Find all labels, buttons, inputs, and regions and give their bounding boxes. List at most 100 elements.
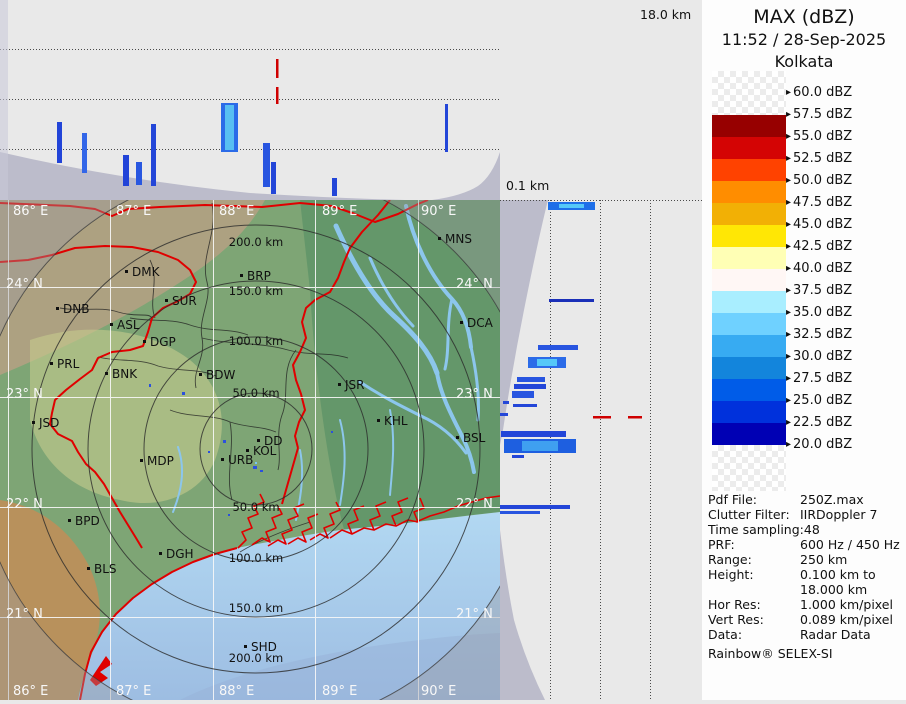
metadata-value: IIRDoppler 7: [800, 507, 878, 522]
station-dot: [143, 340, 146, 343]
metadata-row: Range: 250 km: [708, 552, 904, 567]
echo-speck: [260, 470, 263, 472]
station-dot: [338, 383, 341, 386]
legend-label: 47.5 dBZ: [786, 195, 852, 210]
metadata-row: Height: 0.100 km to: [708, 567, 904, 582]
station-dot: [87, 567, 90, 570]
station-label: JSD: [38, 416, 59, 430]
elevation-cursor-mark[interactable]: [628, 416, 642, 419]
metadata-label: Time sampling:: [708, 522, 804, 537]
latitude-label: 22° N: [456, 497, 493, 512]
azimuth-cursor-mark[interactable]: [276, 87, 279, 104]
station-label: PRL: [57, 357, 80, 371]
echo-bar: [512, 455, 524, 458]
top-height-profile[interactable]: [0, 0, 500, 200]
edge-shade: [0, 0, 8, 200]
metadata-label: Clutter Filter:: [708, 507, 790, 522]
echo-bar: [445, 104, 448, 152]
station-label: DGP: [150, 335, 176, 349]
station-label: URB: [228, 453, 253, 467]
echo-speck: [331, 431, 333, 433]
station-label: BDW: [206, 368, 235, 382]
metadata-value: Radar Data: [800, 627, 871, 642]
station-dot: [165, 299, 168, 302]
station-dot: [257, 439, 260, 442]
metadata-row: Clutter Filter: IIRDoppler 7: [708, 507, 904, 522]
elevation-cursor: [593, 416, 642, 419]
echo-speck: [228, 514, 230, 516]
latitude-label: 24° N: [456, 277, 493, 292]
echo-bar: [549, 299, 594, 302]
echo-bar-core: [225, 105, 234, 150]
product-info-panel: MAX (dBZ) 11:52 / 28-Sep-2025 Kolkata 60…: [702, 0, 906, 700]
station-label: JSR: [344, 378, 365, 392]
legend-band: [712, 335, 786, 357]
echo-bar: [512, 391, 534, 398]
height-gridlines: [0, 49, 500, 150]
longitude-label: 87° E: [116, 204, 151, 219]
echo-speck: [182, 392, 185, 395]
legend-swatches: [712, 71, 786, 491]
station-label: MDP: [147, 454, 174, 468]
legend-labels: 60.0 dBZ 57.5 dBZ 55.0 dBZ 52.5 dBZ 50.0 dBZ…: [786, 71, 904, 471]
echo-bar-core: [537, 359, 557, 366]
station-dot: [125, 270, 128, 273]
metadata-row: Data: Radar Data: [708, 627, 904, 642]
station-label: DNB: [63, 302, 89, 316]
range-ring-label: 50.0 km: [232, 386, 279, 400]
software-credit: Rainbow® SELEX-SI: [708, 646, 833, 661]
longitude-label: 86° E: [13, 684, 48, 699]
legend-label: 55.0 dBZ: [786, 129, 852, 144]
range-ring-label: 150.0 km: [229, 284, 283, 298]
metadata-value: 48: [803, 522, 820, 537]
right-height-profile[interactable]: [500, 200, 702, 700]
beam-coverage-wedge-bottom: [500, 530, 545, 700]
metadata-value: 0.100 km to: [800, 567, 876, 582]
legend-label: 22.5 dBZ: [786, 415, 852, 430]
echo-bar: [136, 162, 142, 185]
echo-bar: [500, 511, 540, 514]
echo-bar: [57, 122, 62, 163]
echo-bar: [500, 413, 508, 416]
metadata-table: Pdf File: 250Z.max Clutter Filter: IIRDoppl…: [708, 492, 904, 642]
station-label: BRP: [247, 269, 271, 283]
metadata-row: 18.000 km: [708, 582, 904, 597]
station-dot: [221, 458, 224, 461]
echo-speck: [253, 466, 257, 469]
axis-max-height-label: 18.0 km: [640, 7, 692, 22]
radar-map-view[interactable]: 200.0 km 150.0 km 100.0 km 50.0 km 50.0 km 10…: [0, 168, 537, 704]
product-datetime: 11:52 / 28-Sep-2025: [721, 30, 887, 49]
range-ring-label: 100.0 km: [229, 334, 283, 348]
legend-band: [712, 115, 786, 137]
metadata-value: 250Z.max: [800, 492, 864, 507]
station-dot: [110, 323, 113, 326]
metadata-label: Height:: [708, 567, 754, 582]
station-label: BPD: [75, 514, 100, 528]
range-ring-label: 200.0 km: [229, 235, 283, 249]
echo-speck: [223, 440, 226, 443]
station-dot: [246, 449, 249, 452]
station-dot: [56, 307, 59, 310]
elevation-cursor-mark[interactable]: [593, 416, 611, 419]
legend-band: [712, 159, 786, 181]
legend-band: [712, 379, 786, 401]
azimuth-cursor: [276, 59, 279, 104]
longitude-label: 90° E: [421, 204, 456, 219]
beam-coverage-wedge: [0, 152, 500, 200]
metadata-value: 600 Hz / 450 Hz: [800, 537, 900, 552]
station-label: BSL: [463, 431, 486, 445]
legend-label: 45.0 dBZ: [786, 217, 852, 232]
legend-band: [712, 137, 786, 159]
echo-bar: [501, 431, 566, 437]
legend-label: 57.5 dBZ: [786, 107, 852, 122]
latitude-label: 21° N: [456, 607, 493, 622]
longitude-label: 88° E: [219, 204, 254, 219]
product-title: MAX (dBZ): [753, 6, 855, 28]
legend-band: [712, 357, 786, 379]
station-label: MNS: [445, 232, 472, 246]
echo-bar: [513, 404, 537, 407]
azimuth-cursor-mark[interactable]: [276, 59, 279, 78]
legend-band: [712, 225, 786, 247]
echo-bar: [538, 345, 578, 350]
echo-bar-core: [522, 441, 558, 451]
